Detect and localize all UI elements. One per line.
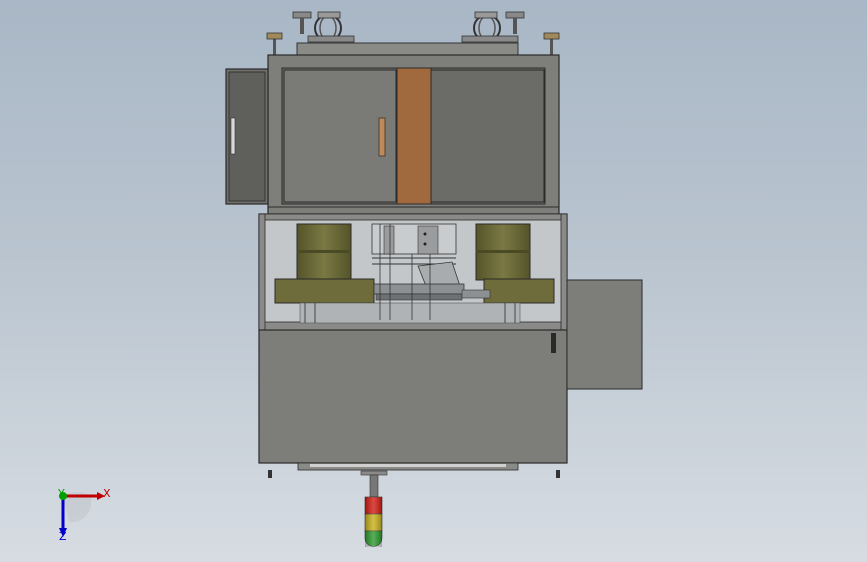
top-handwheel-right[interactable] <box>461 11 525 43</box>
top-pin-right[interactable] <box>543 32 560 56</box>
door-handle[interactable] <box>378 117 386 157</box>
side-box-right[interactable] <box>566 279 643 390</box>
roller-left[interactable] <box>296 223 352 281</box>
top-pin-left[interactable] <box>266 32 283 56</box>
cabinet-door-right[interactable] <box>430 69 545 203</box>
cad-graphics-area[interactable]: X Y Z <box>0 0 867 562</box>
z-axis-label: Z <box>59 530 67 543</box>
x-axis-label: X <box>103 487 111 500</box>
top-handwheel-left[interactable] <box>292 11 355 43</box>
side-drawer-left[interactable] <box>225 68 269 205</box>
lower-cabinet[interactable] <box>258 329 568 464</box>
machine-model[interactable] <box>0 0 867 562</box>
center-wood-panel[interactable] <box>396 67 432 205</box>
roller-right[interactable] <box>475 223 531 281</box>
upper-top-strip[interactable] <box>296 42 519 56</box>
y-axis-label: Y <box>58 487 65 500</box>
bottom-rail[interactable] <box>268 462 560 478</box>
signal-tower[interactable] <box>360 470 388 547</box>
